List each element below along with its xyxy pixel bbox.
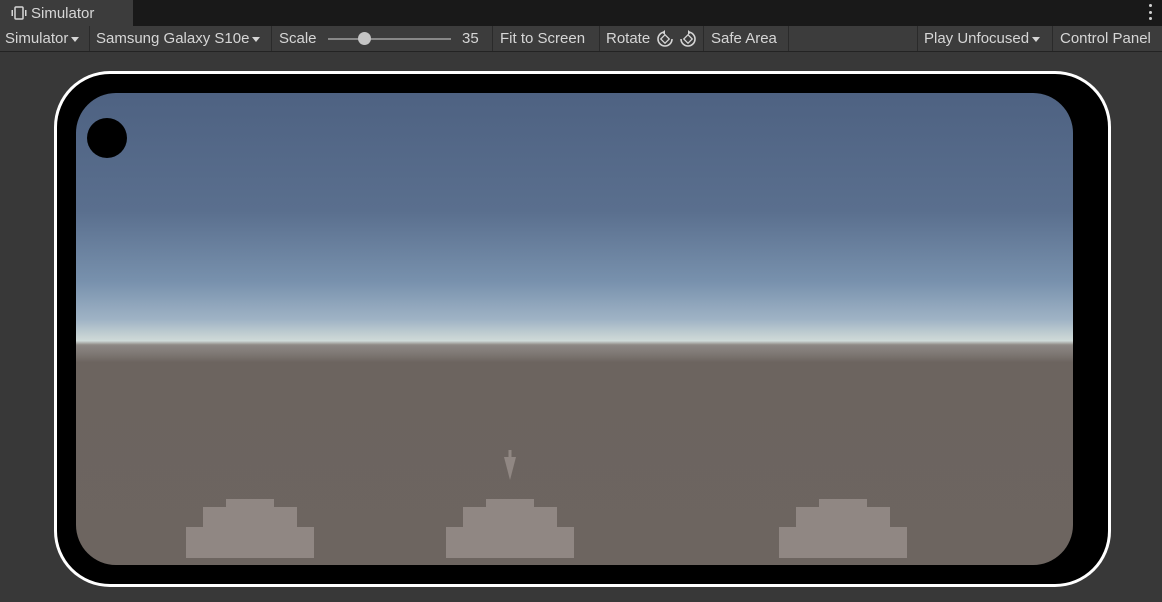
- window-tab-bar: Simulator: [0, 0, 1162, 26]
- device-dropdown-label: Samsung Galaxy S10e: [96, 30, 250, 47]
- simulator-tab-label: Simulator: [31, 4, 95, 22]
- device-dropdown[interactable]: Samsung Galaxy S10e: [90, 26, 272, 51]
- bunker-center: [446, 499, 574, 558]
- horizon-haze: [76, 345, 1073, 363]
- mode-dropdown-label: Simulator: [5, 30, 69, 47]
- play-mode-label: Play Unfocused: [924, 30, 1030, 47]
- kebab-menu-icon[interactable]: [1147, 4, 1153, 20]
- fit-to-screen-button[interactable]: Fit to Screen: [493, 26, 600, 51]
- scale-slider-track[interactable]: [328, 38, 451, 40]
- chevron-down-icon: [252, 37, 261, 42]
- control-panel-label: Control Panel: [1060, 30, 1151, 47]
- play-mode-dropdown[interactable]: Play Unfocused: [917, 26, 1053, 51]
- fit-to-screen-label: Fit to Screen: [500, 30, 586, 47]
- scale-label: Scale: [279, 30, 317, 47]
- safe-area-toggle[interactable]: Safe Area: [704, 26, 789, 51]
- bunker-right: [779, 499, 907, 558]
- simulator-device-icon: [11, 6, 27, 20]
- simulator-tab[interactable]: Simulator: [0, 0, 133, 26]
- game-screen[interactable]: [76, 93, 1073, 565]
- front-camera-cutout: [87, 118, 127, 158]
- rotate-control: Rotate: [600, 26, 704, 51]
- player-cannon: [504, 450, 516, 480]
- safe-area-label: Safe Area: [711, 30, 777, 47]
- chevron-down-icon: [1032, 37, 1041, 42]
- rotate-counterclockwise-icon[interactable]: [656, 29, 674, 48]
- chevron-down-icon: [71, 37, 80, 42]
- scale-slider-thumb[interactable]: [358, 32, 371, 45]
- mode-dropdown[interactable]: Simulator: [0, 26, 90, 51]
- rotate-label: Rotate: [606, 30, 651, 47]
- bunker-left: [186, 499, 314, 558]
- scale-value[interactable]: 35: [462, 30, 479, 47]
- simulator-toolbar: Simulator Samsung Galaxy S10e Scale 35 F…: [0, 26, 1162, 52]
- control-panel-button[interactable]: Control Panel: [1053, 26, 1162, 51]
- rotate-clockwise-icon[interactable]: [679, 29, 697, 48]
